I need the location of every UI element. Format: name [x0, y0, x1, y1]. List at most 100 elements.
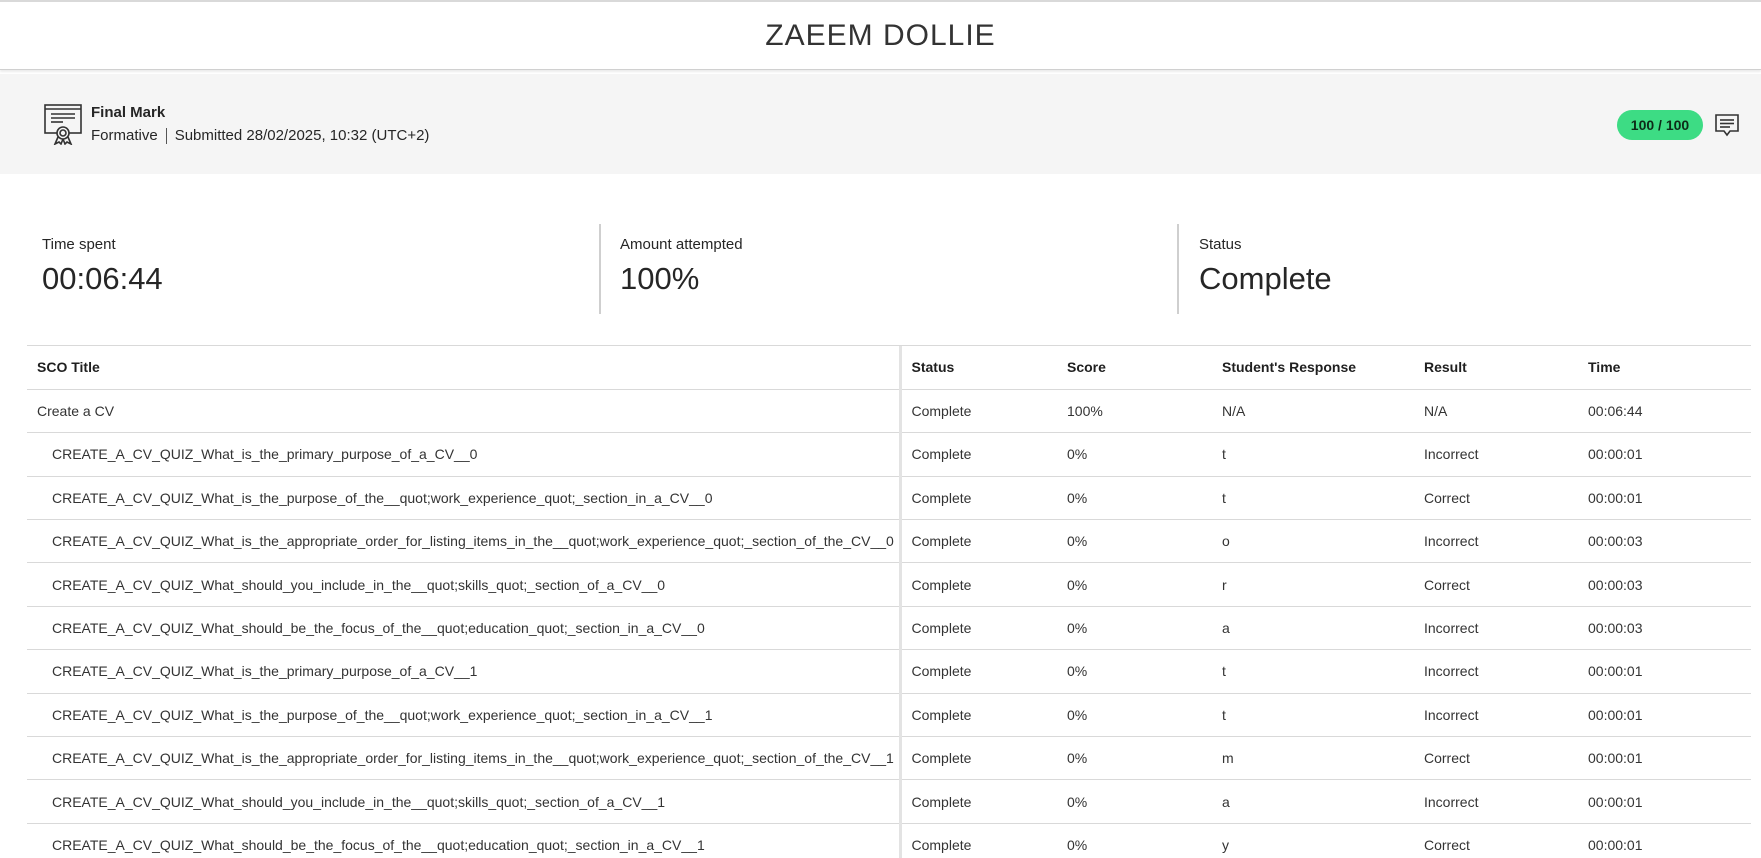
time-cell: 00:00:03 — [1588, 519, 1751, 564]
time-cell: 00:00:01 — [1588, 649, 1751, 694]
result-cell: Incorrect — [1424, 519, 1588, 564]
sco-title-cell: CREATE_A_CV_QUIZ_What_is_the_primary_pur… — [27, 432, 902, 477]
table-header-row: SCO Title Status Score Student's Respons… — [27, 346, 1751, 390]
student-header: ZAEEM DOLLIE — [0, 2, 1761, 70]
status-label: Status — [1199, 236, 1242, 253]
response-cell: r — [1222, 562, 1424, 607]
status-cell: Complete — [900, 736, 1067, 781]
sco-title-cell: CREATE_A_CV_QUIZ_What_should_you_include… — [27, 562, 902, 607]
sco-title-cell: CREATE_A_CV_QUIZ_What_is_the_appropriate… — [27, 736, 902, 781]
time-cell: 00:00:01 — [1588, 736, 1751, 781]
time-cell: 00:00:03 — [1588, 606, 1751, 651]
amount-attempted-stat: Amount attempted 100% — [620, 224, 743, 314]
status-cell: Complete — [900, 779, 1067, 824]
status-cell: Complete — [900, 389, 1067, 434]
final-mark-title: Final Mark — [91, 104, 166, 121]
header-status[interactable]: Status — [900, 346, 1067, 390]
score-cell: 0% — [1067, 606, 1222, 651]
table-row[interactable]: CREATE_A_CV_QUIZ_What_should_you_include… — [27, 562, 1751, 607]
sco-title-cell: CREATE_A_CV_QUIZ_What_is_the_appropriate… — [27, 519, 902, 564]
table-row[interactable]: CREATE_A_CV_QUIZ_What_is_the_appropriate… — [27, 519, 1751, 564]
status-stat: Status Complete — [1199, 224, 1332, 314]
stat-divider — [599, 224, 601, 314]
time-cell: 00:00:01 — [1588, 693, 1751, 738]
score-cell: 0% — [1067, 519, 1222, 564]
table-row[interactable]: CREATE_A_CV_QUIZ_What_is_the_purpose_of_… — [27, 693, 1751, 738]
score-cell: 0% — [1067, 476, 1222, 521]
sco-table: SCO Title Status Score Student's Respons… — [27, 346, 1751, 858]
score-cell: 0% — [1067, 823, 1222, 858]
status-cell: Complete — [900, 606, 1067, 651]
status-cell: Complete — [900, 476, 1067, 521]
time-spent-value: 00:06:44 — [42, 261, 163, 296]
time-cell: 00:00:01 — [1588, 432, 1751, 477]
status-cell: Complete — [900, 823, 1067, 858]
header-score[interactable]: Score — [1067, 346, 1222, 390]
sco-table-container[interactable]: SCO Title Status Score Student's Respons… — [27, 345, 1751, 858]
certificate-icon — [43, 103, 83, 145]
table-row[interactable]: CREATE_A_CV_QUIZ_What_is_the_primary_pur… — [27, 649, 1751, 694]
status-cell: Complete — [900, 562, 1067, 607]
score-cell: 100% — [1067, 389, 1222, 434]
sco-title-cell: CREATE_A_CV_QUIZ_What_is_the_primary_pur… — [27, 649, 902, 694]
score-cell: 0% — [1067, 779, 1222, 824]
header-result[interactable]: Result — [1424, 346, 1588, 390]
table-row[interactable]: CREATE_A_CV_QUIZ_What_should_you_include… — [27, 779, 1751, 824]
time-cell: 00:00:03 — [1588, 562, 1751, 607]
assessment-type: Formative — [91, 127, 158, 144]
time-spent-stat: Time spent 00:06:44 — [42, 224, 163, 314]
time-cell: 00:00:01 — [1588, 476, 1751, 521]
result-cell: Correct — [1424, 562, 1588, 607]
score-cell: 0% — [1067, 562, 1222, 607]
score-badge: 100 / 100 — [1617, 110, 1703, 140]
stat-divider — [1177, 224, 1179, 314]
table-row[interactable]: CREATE_A_CV_QUIZ_What_is_the_appropriate… — [27, 736, 1751, 781]
summary-stats: Time spent 00:06:44 Amount attempted 100… — [0, 224, 1761, 314]
header-sco-title[interactable]: SCO Title — [27, 346, 902, 390]
sco-title-cell: CREATE_A_CV_QUIZ_What_should_you_include… — [27, 779, 902, 824]
status-cell: Complete — [900, 432, 1067, 477]
table-row[interactable]: CREATE_A_CV_QUIZ_What_should_be_the_focu… — [27, 823, 1751, 858]
table-row[interactable]: CREATE_A_CV_QUIZ_What_is_the_purpose_of_… — [27, 476, 1751, 521]
time-cell: 00:00:01 — [1588, 779, 1751, 824]
header-time[interactable]: Time — [1588, 346, 1751, 390]
meta-separator — [165, 127, 167, 144]
response-cell: m — [1222, 736, 1424, 781]
result-cell: Incorrect — [1424, 779, 1588, 824]
response-cell: y — [1222, 823, 1424, 858]
result-cell: Correct — [1424, 823, 1588, 858]
header-student-response[interactable]: Student's Response — [1222, 346, 1424, 390]
score-cell: 0% — [1067, 649, 1222, 694]
table-row[interactable]: Create a CV Complete 100% N/A N/A 00:06:… — [27, 389, 1751, 434]
result-cell: Incorrect — [1424, 606, 1588, 651]
comment-icon[interactable] — [1714, 112, 1740, 138]
response-cell: t — [1222, 476, 1424, 521]
time-cell: 00:00:01 — [1588, 823, 1751, 858]
result-cell: N/A — [1424, 389, 1588, 434]
amount-attempted-value: 100% — [620, 261, 700, 296]
table-row[interactable]: CREATE_A_CV_QUIZ_What_is_the_primary_pur… — [27, 432, 1751, 477]
response-cell: N/A — [1222, 389, 1424, 434]
sco-title-cell: CREATE_A_CV_QUIZ_What_is_the_purpose_of_… — [27, 693, 902, 738]
score-cell: 0% — [1067, 693, 1222, 738]
result-cell: Incorrect — [1424, 649, 1588, 694]
status-cell: Complete — [900, 649, 1067, 694]
sco-title-cell: CREATE_A_CV_QUIZ_What_should_be_the_focu… — [27, 823, 902, 858]
time-cell: 00:06:44 — [1588, 389, 1751, 434]
response-cell: t — [1222, 649, 1424, 694]
final-mark-meta: Formative Submitted 28/02/2025, 10:32 (U… — [91, 127, 429, 144]
submitted-date: Submitted 28/02/2025, 10:32 (UTC+2) — [174, 127, 430, 144]
table-row[interactable]: CREATE_A_CV_QUIZ_What_should_be_the_focu… — [27, 606, 1751, 651]
response-cell: o — [1222, 519, 1424, 564]
status-cell: Complete — [900, 519, 1067, 564]
response-cell: a — [1222, 779, 1424, 824]
result-cell: Correct — [1424, 476, 1588, 521]
sco-title-cell: CREATE_A_CV_QUIZ_What_should_be_the_focu… — [27, 606, 902, 651]
status-value: Complete — [1199, 261, 1332, 296]
sco-title-cell: CREATE_A_CV_QUIZ_What_is_the_purpose_of_… — [27, 476, 902, 521]
result-cell: Incorrect — [1424, 432, 1588, 477]
result-cell: Incorrect — [1424, 693, 1588, 738]
sco-title-cell: Create a CV — [27, 389, 902, 434]
score-cell: 0% — [1067, 432, 1222, 477]
response-cell: t — [1222, 432, 1424, 477]
